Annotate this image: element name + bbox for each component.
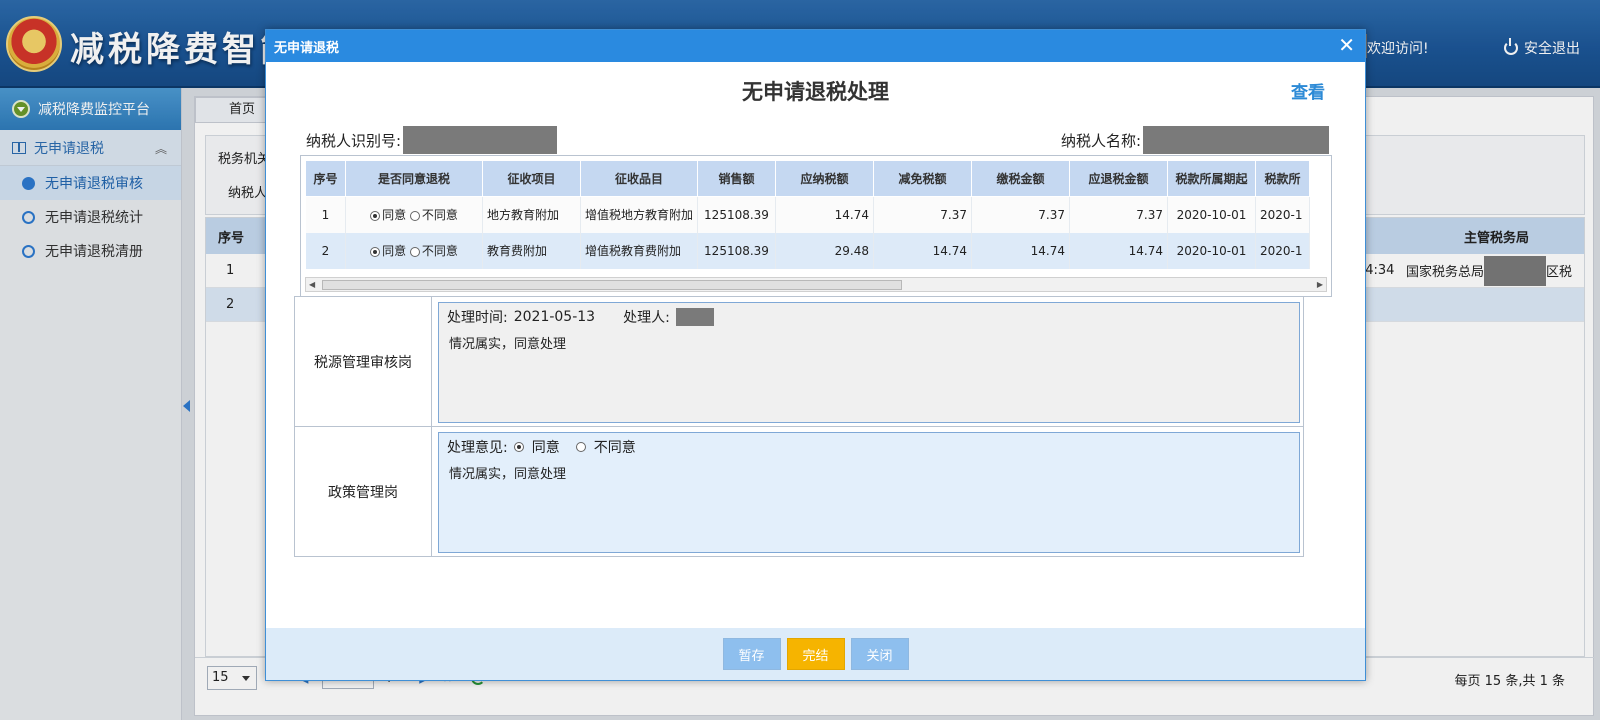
close-button[interactable]: 关闭 bbox=[850, 638, 909, 670]
cell-sub-item: 增值税地方教育附加 bbox=[580, 196, 698, 233]
agree-label: 同意 bbox=[382, 208, 407, 223]
table-row[interactable]: 1 同意 不同意 地方教育附加 增值税地方教育附加 125108.39 14.7… bbox=[305, 196, 1310, 233]
table-row[interactable]: 2 同意 不同意 教育费附加 增值税教育费附加 125108.39 29.48 … bbox=[305, 232, 1310, 269]
modal-title: 无申请退税 bbox=[274, 40, 340, 56]
save-draft-button[interactable]: 暂存 bbox=[722, 638, 781, 670]
agree-label: 同意 bbox=[382, 244, 407, 258]
cell-refund: 7.37 bbox=[1069, 196, 1168, 233]
policy-comment-input[interactable]: 情况属实，同意处理 bbox=[439, 461, 1299, 484]
cell-agree-radio: 同意 不同意 bbox=[345, 232, 483, 269]
cell-item: 地方教育附加 bbox=[482, 196, 581, 233]
cell-agree-radio: 同意 不同意 bbox=[345, 196, 483, 233]
process-time: 2021-05-13 bbox=[513, 309, 596, 325]
cell-sub-item: 增值税教育费附加 bbox=[580, 232, 698, 269]
cell-paid: 7.37 bbox=[971, 196, 1070, 233]
close-icon[interactable]: ✕ bbox=[1338, 34, 1355, 56]
column-header: 征收品目 bbox=[580, 160, 698, 197]
cell-sales: 125108.39 bbox=[697, 232, 776, 269]
grid-header-row: 序号 是否同意退税 征收项目 征收品目 销售额 应纳税额 减免税额 缴税金额 应… bbox=[305, 160, 1310, 197]
column-header: 销售额 bbox=[697, 160, 776, 197]
cell-payable: 29.48 bbox=[775, 232, 874, 269]
radio-icon[interactable] bbox=[409, 246, 420, 257]
disagree-label: 不同意 bbox=[421, 208, 458, 223]
agree-label: 同意 bbox=[531, 440, 560, 456]
cell-seq: 1 bbox=[305, 196, 346, 233]
column-header: 应退税金额 bbox=[1069, 160, 1168, 197]
radio-icon[interactable] bbox=[409, 210, 420, 221]
review-comment-box: 处理时间: 2021-05-13 处理人: 情况属实，同意处理 bbox=[438, 302, 1300, 423]
taxpayer-name-label: 纳税人名称: bbox=[1060, 131, 1141, 150]
cell-period-end: 2020-1 bbox=[1255, 232, 1310, 269]
review-meta: 处理时间: 2021-05-13 处理人: bbox=[439, 303, 1299, 331]
cell-payable: 14.74 bbox=[775, 196, 874, 233]
column-header: 缴税金额 bbox=[971, 160, 1070, 197]
radio-icon[interactable] bbox=[370, 210, 381, 221]
review-comment: 情况属实，同意处理 bbox=[449, 337, 567, 352]
modal-titlebar: 无申请退税 ✕ bbox=[266, 30, 1365, 62]
handler-redacted bbox=[675, 308, 714, 326]
disagree-label: 不同意 bbox=[593, 440, 636, 456]
section-tax-source-review: 税源管理审核岗 处理时间: 2021-05-13 处理人: 情况属实，同意处理 bbox=[294, 296, 1304, 427]
cell-reduction: 7.37 bbox=[873, 196, 972, 233]
time-label: 处理时间: bbox=[447, 310, 508, 326]
radio-icon[interactable] bbox=[575, 442, 586, 452]
cell-refund: 14.74 bbox=[1069, 232, 1168, 269]
cell-seq: 2 bbox=[305, 232, 346, 269]
refund-modal: 无申请退税 ✕ 无申请退税处理 查看 纳税人识别号: 纳税人名称: 序号 是否同… bbox=[265, 29, 1366, 681]
modal-heading: 无申请退税处理 bbox=[742, 80, 889, 104]
scroll-left-icon[interactable]: ◀ bbox=[309, 280, 315, 289]
cell-item: 教育费附加 bbox=[482, 232, 581, 269]
column-header: 序号 bbox=[305, 160, 346, 197]
section-label: 政策管理岗 bbox=[295, 427, 432, 556]
scroll-right-icon[interactable]: ▶ bbox=[1317, 280, 1323, 289]
finish-button[interactable]: 完结 bbox=[786, 638, 845, 670]
refund-grid: 序号 是否同意退税 征收项目 征收品目 销售额 应纳税额 减免税额 缴税金额 应… bbox=[305, 160, 1310, 269]
column-header: 应纳税额 bbox=[775, 160, 874, 197]
policy-comment-box: 处理意见: 同意 不同意 情况属实，同意处理 bbox=[438, 432, 1300, 553]
view-link[interactable]: 查看 bbox=[1291, 78, 1325, 103]
horizontal-scrollbar[interactable]: ◀ ▶ bbox=[305, 277, 1327, 292]
cell-period-end: 2020-1 bbox=[1255, 196, 1310, 233]
taxpayer-name-redacted bbox=[1143, 126, 1329, 154]
cell-period-start: 2020-10-01 bbox=[1167, 232, 1256, 269]
scrollbar-thumb[interactable] bbox=[322, 280, 902, 290]
column-header: 是否同意退税 bbox=[345, 160, 483, 197]
taxpayer-name-row: 纳税人名称: bbox=[1061, 126, 1329, 154]
radio-icon[interactable] bbox=[370, 246, 381, 257]
cell-reduction: 14.74 bbox=[873, 232, 972, 269]
section-label: 税源管理审核岗 bbox=[295, 297, 432, 426]
disagree-label: 不同意 bbox=[421, 244, 458, 258]
column-header: 征收项目 bbox=[482, 160, 581, 197]
column-header: 税款所属期起 bbox=[1167, 160, 1256, 197]
radio-icon[interactable] bbox=[513, 442, 524, 452]
refund-items-table: 序号 是否同意退税 征收项目 征收品目 销售额 应纳税额 减免税额 缴税金额 应… bbox=[300, 155, 1332, 297]
column-header: 减免税额 bbox=[873, 160, 972, 197]
cell-paid: 14.74 bbox=[971, 232, 1070, 269]
opinion-label: 处理意见: bbox=[447, 440, 508, 456]
handler-label: 处理人: bbox=[623, 310, 670, 326]
taxpayer-id-redacted bbox=[403, 126, 558, 154]
modal-footer: 暂存 完结 关闭 bbox=[266, 628, 1365, 680]
cell-sales: 125108.39 bbox=[697, 196, 776, 233]
taxpayer-id-row: 纳税人识别号: bbox=[306, 126, 558, 154]
section-policy-management: 政策管理岗 处理意见: 同意 不同意 情况属实，同意处理 bbox=[294, 426, 1304, 557]
opinion-row: 处理意见: 同意 不同意 bbox=[439, 433, 1299, 461]
taxpayer-id-label: 纳税人识别号: bbox=[306, 131, 402, 150]
column-header: 税款所 bbox=[1255, 160, 1310, 197]
cell-period-start: 2020-10-01 bbox=[1167, 196, 1256, 233]
